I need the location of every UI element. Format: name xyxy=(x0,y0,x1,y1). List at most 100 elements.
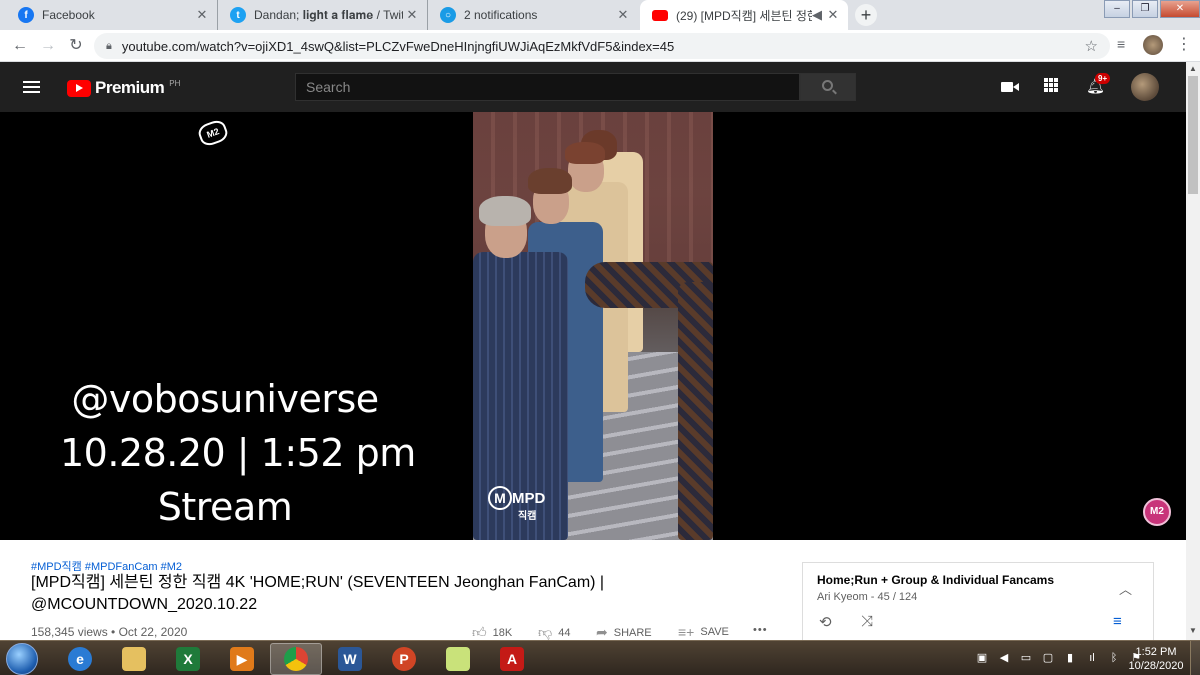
omnibox[interactable]: 🔒︎ youtube.com/watch?v=ojiXD1_4swQ&list=… xyxy=(94,33,1110,59)
volume-icon[interactable]: ◀ xyxy=(997,651,1011,665)
logo-text: Premium xyxy=(95,78,165,97)
tab-twitter[interactable]: t Dandan; 𝐥𝐢𝐠𝐡𝐭 𝐚 𝐟𝐥𝐚𝐦𝐞 / Twitter ✕ xyxy=(218,0,428,30)
minimize-button[interactable]: – xyxy=(1104,0,1130,18)
mpd-text: MPD xyxy=(512,490,546,507)
account-avatar[interactable] xyxy=(1131,73,1159,101)
hamburger-menu-icon[interactable] xyxy=(23,81,40,93)
playlist-position: 45 / 124 xyxy=(877,591,918,603)
video-player[interactable]: M2 @vobosuniverse 10.28.20 | 1:52 pm Str… xyxy=(0,112,1186,540)
excel-icon: X xyxy=(176,647,200,671)
performer-hair xyxy=(565,142,605,164)
battery-icon[interactable]: ▮ xyxy=(1063,651,1077,665)
close-icon[interactable]: ✕ xyxy=(824,7,842,23)
youtube-play-icon xyxy=(67,79,91,97)
share-button[interactable]: ➦ SHARE xyxy=(596,624,652,641)
youtube-premium-logo[interactable]: Premium PH xyxy=(67,78,180,98)
create-video-icon[interactable] xyxy=(1001,82,1019,92)
network-tray-icon[interactable]: ▣ xyxy=(975,651,989,665)
speaker-icon[interactable]: ◀ xyxy=(812,7,822,23)
address-bar-row: ← → ↻ 🔒︎ youtube.com/watch?v=ojiXD1_4swQ… xyxy=(0,30,1200,62)
clock-time: 1:52 PM xyxy=(1135,646,1177,658)
playlist-add-icon: ≡+ xyxy=(678,624,695,640)
media-player-icon: ▶ xyxy=(230,647,254,671)
media-control-icon[interactable]: ≡ xyxy=(1117,36,1125,52)
bluetooth-icon[interactable]: ᛒ xyxy=(1107,651,1121,665)
apps-grid-icon[interactable] xyxy=(1044,78,1058,92)
ie-icon: e xyxy=(68,647,92,671)
taskbar-excel[interactable]: X xyxy=(162,643,214,675)
taskbar-file-explorer[interactable] xyxy=(108,643,160,675)
taskbar-acrobat[interactable]: A xyxy=(486,643,538,675)
browser-tab-strip: f Facebook ✕ t Dandan; 𝐥𝐢𝐠𝐡𝐭 𝐚 𝐟𝐥𝐚𝐦𝐞 / T… xyxy=(0,0,1200,30)
shuffle-icon[interactable]: ⤨ xyxy=(861,613,873,630)
twitter-icon: t xyxy=(230,7,246,23)
new-tab-button[interactable]: + xyxy=(855,4,877,26)
playlist-title[interactable]: Home;Run + Group & Individual Fancams xyxy=(817,573,1054,587)
profile-avatar[interactable] xyxy=(1143,35,1163,55)
video-title: [MPD직캠] 세븐틴 정한 직캠 4K 'HOME;RUN' (SEVENTE… xyxy=(31,574,605,613)
tab-notifications[interactable]: ○ 2 notifications ✕ xyxy=(428,0,638,30)
forward-icon[interactable]: → xyxy=(38,36,58,56)
youtube-masthead: Premium PH Search 🔔︎ xyxy=(0,62,1186,112)
tab-facebook[interactable]: f Facebook ✕ xyxy=(6,0,218,30)
video-frame[interactable] xyxy=(473,112,713,540)
url-text[interactable]: youtube.com/watch?v=ojiXD1_4swQ&list=PLC… xyxy=(122,39,674,54)
save-label: SAVE xyxy=(700,626,729,638)
close-icon[interactable]: ✕ xyxy=(403,7,421,23)
notification-badge: 9+ xyxy=(1095,73,1111,84)
tab-youtube[interactable]: (29) [MPD직캠] 세븐틴 정한 ◀ ✕ xyxy=(640,0,848,30)
bookmark-star-icon[interactable]: ☆ xyxy=(1085,37,1098,55)
save-button[interactable]: ≡+ SAVE xyxy=(678,624,729,640)
search-icon xyxy=(822,80,833,91)
taskbar-clock[interactable]: 1:52 PM 10/28/2020 xyxy=(1126,645,1186,673)
acrobat-icon: A xyxy=(500,647,524,671)
taskbar-chrome[interactable] xyxy=(270,643,322,675)
taskbar-sticky-notes[interactable] xyxy=(432,643,484,675)
overlay-handle: @vobosuniverse xyxy=(71,377,379,421)
playlist-menu-icon[interactable]: ≡ xyxy=(1113,613,1122,630)
youtube-icon xyxy=(652,9,668,21)
back-icon[interactable]: ← xyxy=(10,36,30,56)
window-controls: – ❐ ✕ xyxy=(1102,0,1200,18)
start-button[interactable] xyxy=(6,643,38,675)
scrollbar-thumb[interactable] xyxy=(1188,76,1198,194)
signal-icon[interactable]: ıl xyxy=(1085,651,1099,665)
playlist-owner[interactable]: Ari Kyeom xyxy=(817,591,868,603)
playlist-subtitle: Ari Kyeom - 45 / 124 xyxy=(817,591,918,603)
thumbs-up-icon: 👍︎ xyxy=(472,624,487,640)
video-meta: 158,345 views • Oct 22, 2020 xyxy=(31,625,188,639)
taskbar-media-player[interactable]: ▶ xyxy=(216,643,268,675)
tab-title: 2 notifications xyxy=(464,8,538,22)
scroll-up-icon[interactable]: ▲ xyxy=(1189,64,1197,73)
page-scrollbar[interactable]: ▲ ▼ xyxy=(1186,62,1200,640)
clock-date: 10/28/2020 xyxy=(1128,660,1184,672)
show-desktop-button[interactable] xyxy=(1190,641,1200,675)
taskbar-powerpoint[interactable]: P xyxy=(378,643,430,675)
system-tray: ▣ ◀ ▭ ▢ ▮ ıl ᛒ ⚑ xyxy=(975,651,1143,665)
dislike-button[interactable]: 👎︎ 44 xyxy=(538,624,570,641)
more-actions-button[interactable]: ••• xyxy=(753,624,768,636)
performer-hair xyxy=(479,196,531,226)
display-tray-icon[interactable]: ▭ xyxy=(1019,651,1033,665)
close-icon[interactable]: ✕ xyxy=(614,7,632,23)
stream-overlay-text: @vobosuniverse 10.28.20 | 1:52 pm Stream xyxy=(60,372,416,534)
performer-figure xyxy=(678,282,713,540)
kebab-menu-icon[interactable]: ⋮ xyxy=(1176,34,1192,54)
close-icon[interactable]: ✕ xyxy=(193,7,211,23)
channel-watermark[interactable]: M2 xyxy=(1143,498,1171,526)
tab-title: Facebook xyxy=(42,8,95,22)
lock-icon[interactable]: 🔒︎ xyxy=(106,40,112,53)
scroll-down-icon[interactable]: ▼ xyxy=(1189,626,1197,635)
search-button[interactable] xyxy=(800,73,856,101)
restore-button[interactable]: ❐ xyxy=(1132,0,1158,18)
like-button[interactable]: 👍︎ 18K xyxy=(472,624,512,641)
loop-icon[interactable]: ⟲ xyxy=(819,613,832,631)
chevron-up-icon[interactable]: ︿ xyxy=(1119,579,1132,598)
taskbar-word[interactable]: W xyxy=(324,643,376,675)
taskbar-internet-explorer[interactable]: e xyxy=(54,643,106,675)
monitor-tray-icon[interactable]: ▢ xyxy=(1041,651,1055,665)
close-window-button[interactable]: ✕ xyxy=(1160,0,1200,18)
reload-icon[interactable]: ↻ xyxy=(66,36,86,56)
tab-title: (29) [MPD직캠] 세븐틴 정한 xyxy=(676,8,812,23)
search-input[interactable]: Search xyxy=(295,73,800,101)
